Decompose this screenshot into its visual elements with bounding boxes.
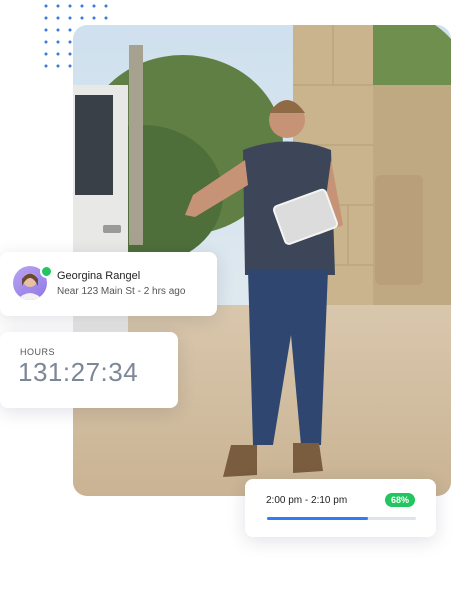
user-location-time: Near 123 Main St - 2 hrs ago [57,286,186,297]
progress-percent-badge: 68% [385,493,415,507]
progress-bar [267,517,416,520]
time-range-card[interactable] [245,479,436,537]
progress-bar-fill [267,517,369,520]
user-name: Georgina Rangel [57,270,141,282]
hours-value: 131:27:34 [18,357,139,387]
user-location-card[interactable] [0,252,217,316]
hours-label: HOURS [20,347,56,357]
time-range: 2:00 pm - 2:10 pm [266,495,348,506]
online-status-icon [40,265,53,278]
